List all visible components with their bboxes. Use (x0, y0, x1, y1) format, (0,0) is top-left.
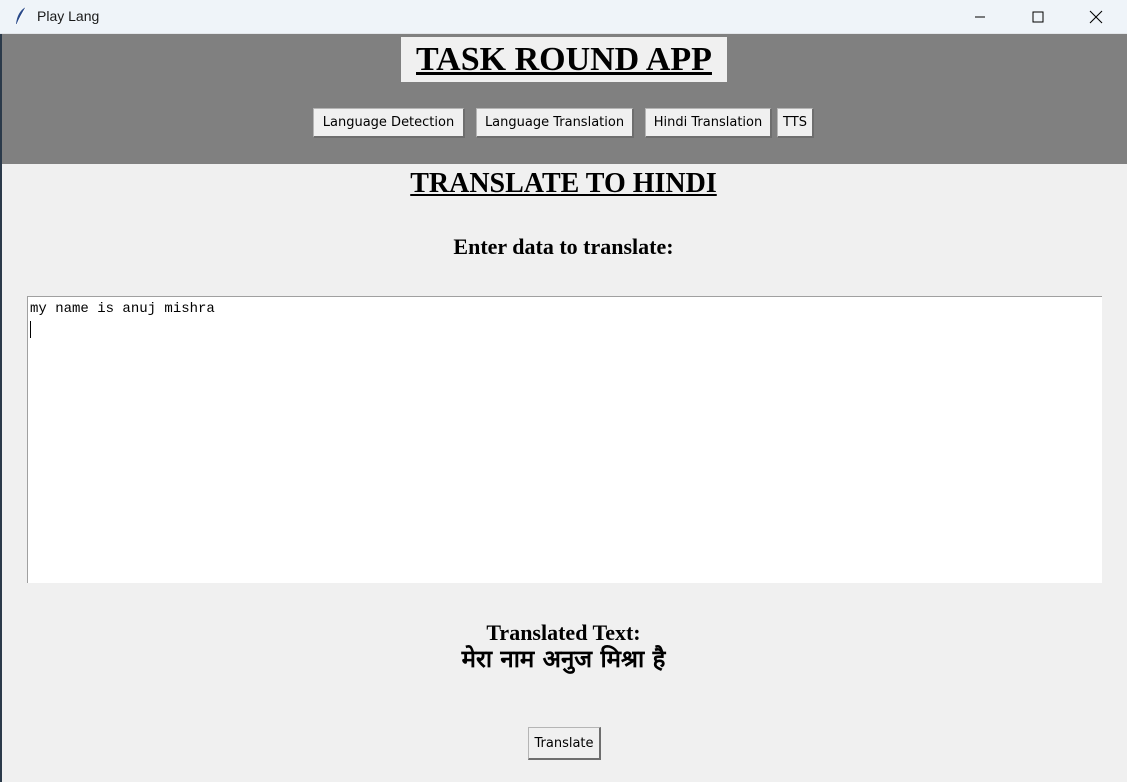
close-icon (1089, 10, 1103, 23)
window-title: Play Lang (37, 8, 100, 24)
maximize-icon (1032, 11, 1044, 22)
app-title: TASK ROUND APP (401, 37, 727, 82)
text-caret (30, 321, 31, 338)
minimize-icon (975, 16, 985, 17)
nav-language-translation-button[interactable]: Language Translation (476, 108, 634, 138)
translate-button[interactable]: Translate (528, 727, 601, 760)
page-heading: TRANSLATE TO HINDI (0, 168, 1127, 200)
translate-input-textarea[interactable]: my name is anuj mishra (27, 296, 1102, 583)
close-button[interactable] (1067, 0, 1125, 33)
page-heading-text: TRANSLATE TO HINDI (410, 168, 717, 199)
translated-text-value: मेरा नाम अनुज मिश्रा है (461, 645, 666, 673)
nav-language-detection-button[interactable]: Language Detection (313, 108, 465, 138)
feather-icon (14, 6, 28, 26)
maximize-button[interactable] (1009, 0, 1067, 33)
nav-tts-button[interactable]: TTS (777, 108, 814, 138)
input-prompt-label: Enter data to translate: (453, 234, 674, 259)
minimize-button[interactable] (951, 0, 1009, 33)
nav-hindi-translation-button[interactable]: Hindi Translation (645, 108, 772, 138)
window-titlebar: Play Lang (0, 0, 1127, 34)
